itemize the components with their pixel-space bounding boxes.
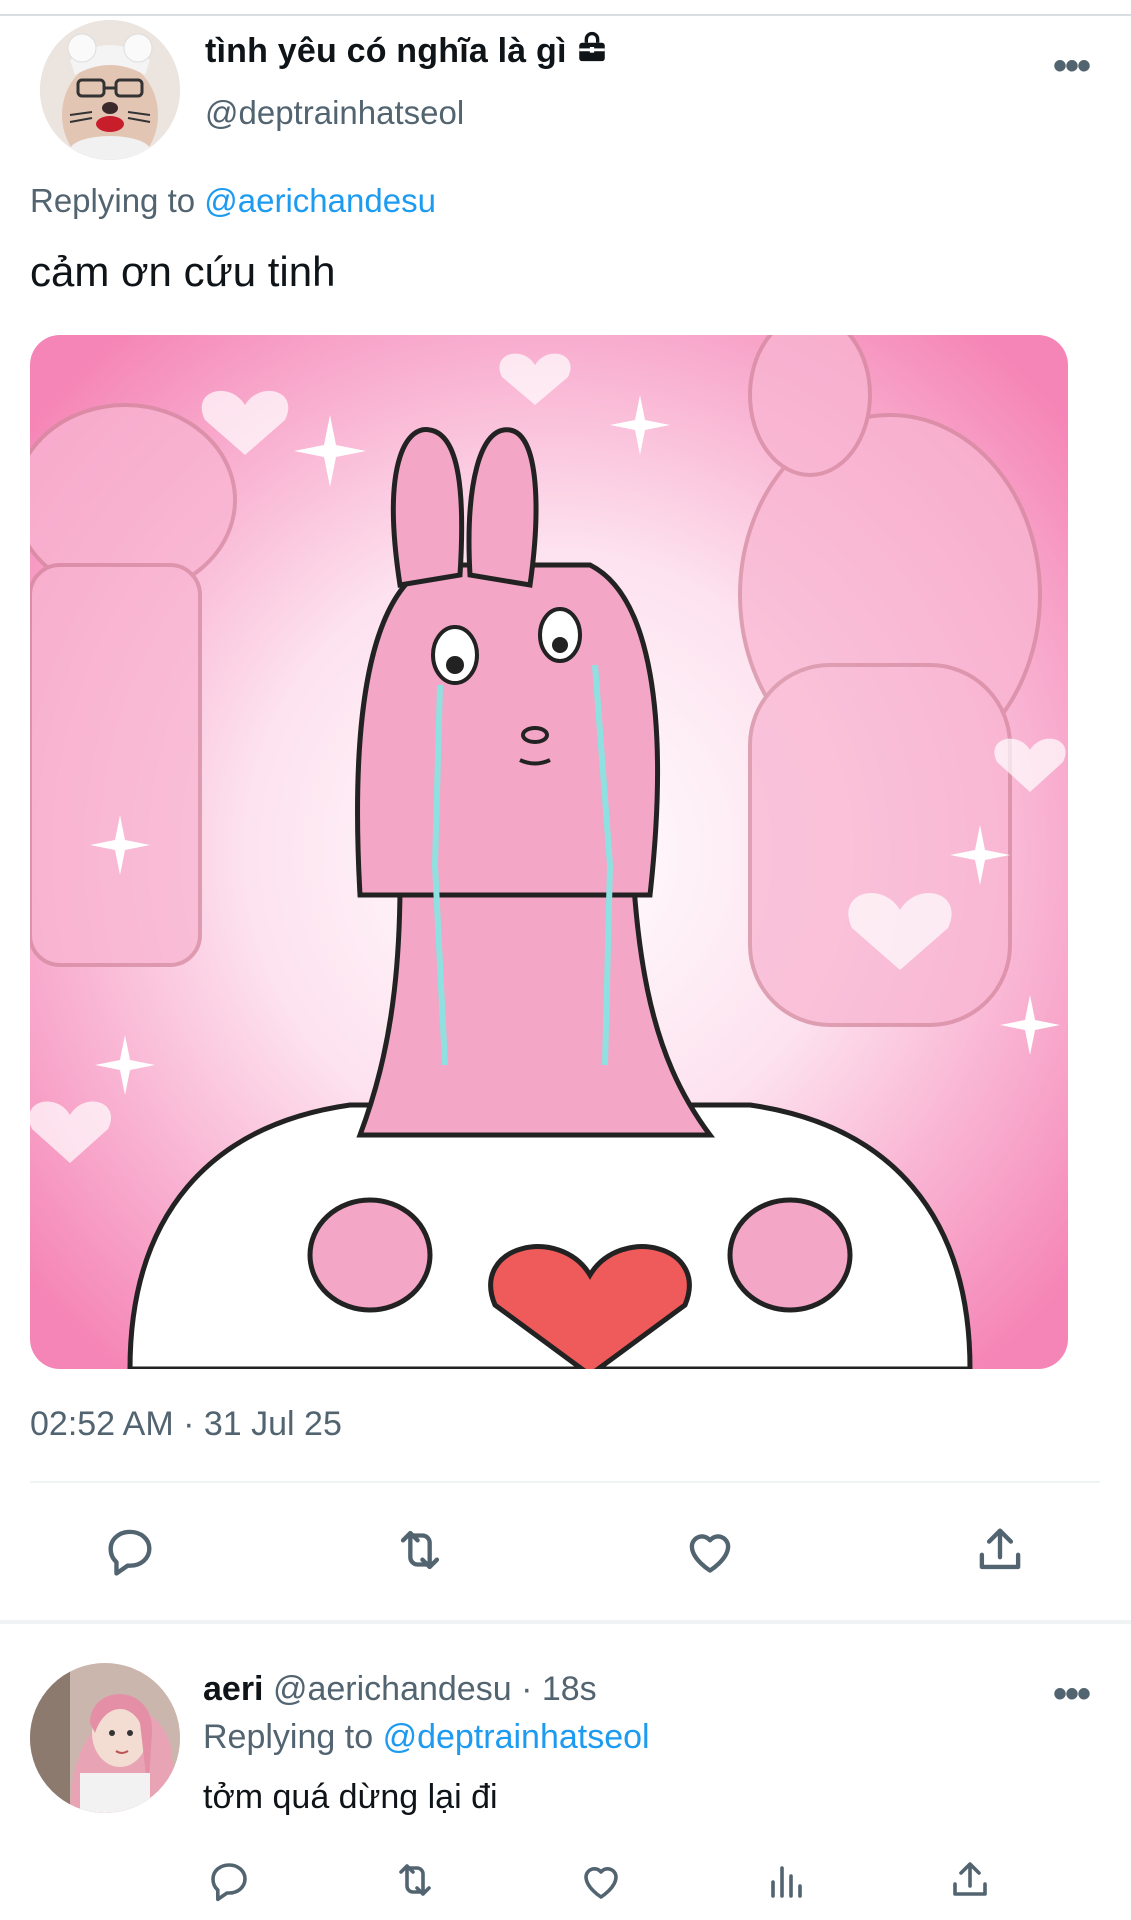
replying-to-mention[interactable]: @aerichandesu [204, 182, 436, 219]
tweet-text: cảm ơn cứu tinh [30, 248, 336, 295]
tweet-timestamp[interactable]: 02:52 AM · 31 Jul 25 [30, 1405, 342, 1444]
reply-retweet-icon[interactable] [380, 1845, 450, 1915]
author-display-name[interactable]: tình yêu có nghĩa là gì [205, 30, 609, 73]
section-divider [0, 1620, 1131, 1624]
reply-views-icon[interactable] [752, 1845, 822, 1915]
reply-replying-to-line: Replying to @deptrainhatseol [203, 1718, 650, 1757]
reply-author-line[interactable]: aeri @aerichandesu · 18s [203, 1670, 597, 1709]
reply-more-options-icon[interactable]: ••• [1053, 1672, 1091, 1717]
display-name-text: tình yêu có nghĩa là gì [205, 32, 567, 70]
author-avatar[interactable] [40, 20, 180, 160]
reply-reply-icon[interactable] [194, 1845, 264, 1915]
reply-handle-time: @aerichandesu · 18s [272, 1670, 597, 1708]
like-icon[interactable] [675, 1515, 745, 1585]
replying-prefix: Replying to [30, 182, 196, 219]
reply-like-icon[interactable] [566, 1845, 636, 1915]
reply-display-name: aeri [203, 1670, 264, 1708]
reply-text: tởm quá dừng lại đi [203, 1778, 498, 1816]
reply-author-avatar[interactable] [30, 1663, 180, 1813]
tweet-media-image[interactable] [30, 335, 1068, 1369]
lock-icon [575, 30, 609, 73]
share-icon[interactable] [965, 1515, 1035, 1585]
top-divider [0, 14, 1131, 16]
reply-replying-prefix: Replying to [203, 1718, 374, 1756]
reply-icon[interactable] [95, 1515, 165, 1585]
reply-share-icon[interactable] [935, 1845, 1005, 1915]
author-handle[interactable]: @deptrainhatseol [205, 94, 464, 132]
retweet-icon[interactable] [385, 1515, 455, 1585]
timestamp-divider [30, 1481, 1100, 1483]
replying-to-line: Replying to @aerichandesu [30, 182, 436, 220]
more-options-icon[interactable]: ••• [1053, 44, 1091, 89]
reply-replying-to-mention[interactable]: @deptrainhatseol [383, 1718, 650, 1756]
